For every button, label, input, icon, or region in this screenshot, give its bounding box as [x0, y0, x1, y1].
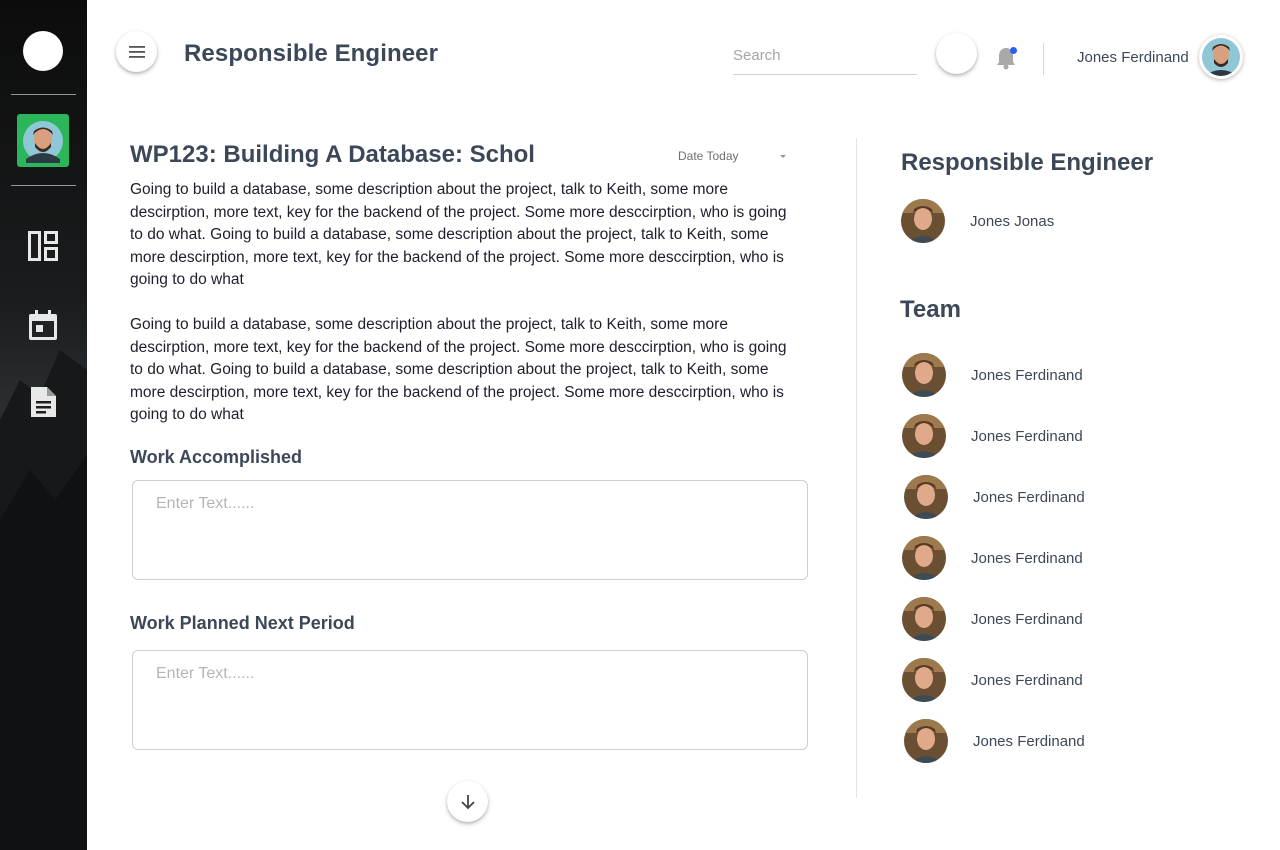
user-name[interactable]: Jones Ferdinand: [1077, 49, 1189, 66]
avatar-icon: [902, 414, 946, 458]
column-divider: [856, 138, 857, 798]
date-filter-select[interactable]: Date Today: [678, 149, 790, 167]
logo[interactable]: [23, 31, 63, 71]
date-filter-label: Date Today: [678, 149, 739, 163]
team-member-name: Jones Ferdinand: [973, 732, 1085, 750]
dashboard-icon[interactable]: [27, 230, 59, 262]
team-member-name: Jones Ferdinand: [971, 427, 1083, 445]
sidebar-user-avatar[interactable]: [17, 114, 69, 167]
header-divider: [1043, 43, 1044, 75]
work-package-title: WP123: Building A Database: Schol: [130, 141, 535, 168]
work-planned-label: Work Planned Next Period: [130, 613, 355, 633]
team-member-name: Jones Ferdinand: [971, 549, 1083, 567]
responsible-engineer[interactable]: Jones Jonas: [901, 198, 1054, 244]
team-member-name: Jones Ferdinand: [971, 610, 1083, 628]
team-member[interactable]: Jones Ferdinand: [904, 718, 1085, 764]
work-accomplished-label: Work Accomplished: [130, 447, 303, 467]
menu-button[interactable]: [116, 31, 157, 72]
team-member-name: Jones Ferdinand: [973, 488, 1085, 506]
page-title: Responsible Engineer: [184, 40, 439, 67]
action-button[interactable]: [936, 33, 977, 74]
document-icon[interactable]: [27, 386, 59, 418]
avatar-icon: [902, 658, 946, 702]
hamburger-icon: [128, 45, 145, 58]
caret-down-icon: [780, 155, 786, 158]
sidebar: [0, 0, 87, 850]
team-heading: Team: [900, 296, 961, 323]
avatar-icon: [1202, 38, 1240, 76]
user-avatar[interactable]: [1199, 35, 1243, 79]
work-accomplished-field[interactable]: [132, 480, 808, 580]
team-member[interactable]: Jones Ferdinand: [904, 474, 1085, 520]
team-member-name: Jones Ferdinand: [971, 366, 1083, 384]
team-member[interactable]: Jones Ferdinand: [902, 596, 1083, 642]
person-name: Jones Jonas: [970, 212, 1055, 230]
notification-badge: [1010, 47, 1017, 54]
sidebar-divider: [11, 94, 76, 95]
scroll-down-button[interactable]: [447, 781, 488, 822]
avatar-icon: [904, 719, 948, 763]
calendar-icon[interactable]: [27, 309, 59, 341]
avatar-icon: [902, 353, 946, 397]
description-paragraph: Going to build a database, some descript…: [130, 316, 787, 423]
team-member[interactable]: Jones Ferdinand: [902, 413, 1083, 459]
team-member[interactable]: Jones Ferdinand: [902, 657, 1083, 703]
avatar-icon: [902, 597, 946, 641]
work-planned-field[interactable]: [132, 650, 808, 750]
team-member[interactable]: Jones Ferdinand: [902, 535, 1083, 581]
arrow-down-icon: [460, 794, 475, 809]
team-member[interactable]: Jones Ferdinand: [902, 352, 1083, 398]
description-paragraph: Going to build a database, some descript…: [130, 181, 787, 288]
team-member-name: Jones Ferdinand: [971, 671, 1083, 689]
avatar-icon: [902, 536, 946, 580]
avatar-icon: [23, 120, 63, 163]
avatar-icon: [901, 199, 945, 243]
responsible-engineer-heading: Responsible Engineer: [901, 149, 1154, 176]
avatar-icon: [904, 475, 948, 519]
search-input[interactable]: [733, 40, 917, 75]
sidebar-divider: [11, 185, 76, 186]
